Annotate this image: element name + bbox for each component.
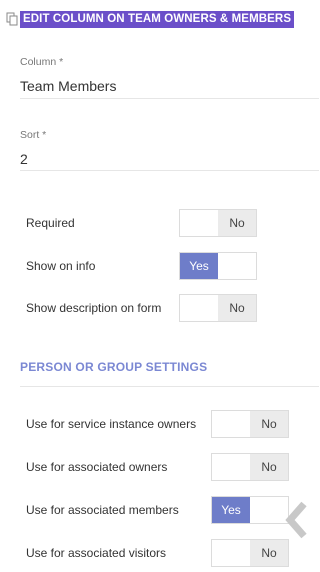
associated-owners-yes-option[interactable] (212, 454, 250, 480)
associated-owners-toggle[interactable]: No (211, 453, 289, 481)
show-on-info-toggle[interactable]: Yes (179, 252, 257, 280)
chevron-left-icon[interactable] (284, 500, 310, 540)
associated-owners-label: Use for associated owners (26, 460, 168, 474)
column-value[interactable]: Team Members (20, 78, 319, 94)
associated-visitors-no-option[interactable]: No (250, 540, 288, 566)
required-yes-option[interactable] (180, 210, 218, 236)
service-owners-yes-option[interactable] (212, 411, 250, 437)
panel-header: EDIT COLUMN ON TEAM OWNERS & MEMBERS (6, 10, 295, 28)
associated-members-label: Use for associated members (26, 503, 179, 517)
associated-owners-no-option[interactable]: No (250, 454, 288, 480)
column-field[interactable]: Column * Team Members (20, 56, 319, 99)
show-on-info-yes-option[interactable]: Yes (180, 253, 218, 279)
column-underline (20, 98, 319, 99)
associated-visitors-yes-option[interactable] (212, 540, 250, 566)
column-label: Column * (20, 56, 64, 68)
required-no-option[interactable]: No (218, 210, 256, 236)
show-description-label: Show description on form (26, 301, 162, 315)
sort-label: Sort * (20, 129, 47, 141)
associated-visitors-label: Use for associated visitors (26, 546, 167, 560)
show-description-row: Show description on form (26, 294, 319, 322)
show-description-no-option[interactable]: No (218, 295, 256, 321)
section-heading: PERSON OR GROUP SETTINGS (20, 360, 208, 374)
section-divider (20, 386, 319, 387)
sort-underline (20, 170, 319, 171)
sort-field[interactable]: Sort * 2 (20, 129, 319, 171)
service-owners-toggle[interactable]: No (211, 410, 289, 438)
show-on-info-label: Show on info (26, 259, 96, 273)
show-on-info-row: Show on info (26, 252, 319, 280)
service-owners-label: Use for service instance owners (26, 417, 197, 431)
show-description-toggle[interactable]: No (179, 294, 257, 322)
required-toggle[interactable]: No (179, 209, 257, 237)
show-on-info-no-option[interactable] (218, 253, 256, 279)
service-owners-no-option[interactable]: No (250, 411, 288, 437)
required-row: Required (26, 209, 319, 237)
required-label: Required (26, 216, 75, 230)
sort-value[interactable]: 2 (20, 151, 319, 167)
associated-visitors-toggle[interactable]: No (211, 539, 289, 567)
show-description-yes-option[interactable] (180, 295, 218, 321)
page-title: EDIT COLUMN ON TEAM OWNERS & MEMBERS (20, 10, 295, 28)
associated-members-yes-option[interactable]: Yes (212, 497, 250, 523)
associated-members-no-option[interactable] (250, 497, 288, 523)
copy-icon (6, 12, 18, 26)
associated-members-toggle[interactable]: Yes (211, 496, 289, 524)
